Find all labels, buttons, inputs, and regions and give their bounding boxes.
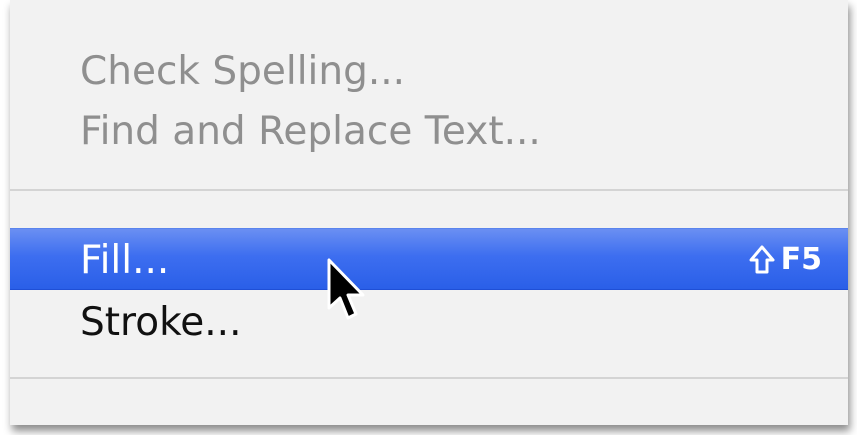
context-menu: Check Spelling... Find and Replace Text.… (10, 0, 848, 425)
menu-item-stroke[interactable]: Stroke... (10, 303, 848, 342)
menu-item-label: Find and Replace Text... (80, 109, 541, 154)
menu-separator (10, 189, 848, 191)
shift-icon (749, 245, 775, 274)
menu-item-label: Check Spelling... (80, 49, 406, 94)
mouse-pointer-icon (327, 258, 365, 320)
keyboard-shortcut: F5 (749, 245, 822, 275)
screenshot-stage: Check Spelling... Find and Replace Text.… (0, 0, 857, 435)
menu-item-label: Fill... (80, 238, 170, 283)
menu-item-check-spelling: Check Spelling... (10, 52, 848, 91)
menu-item-find-and-replace: Find and Replace Text... (10, 112, 848, 151)
menu-separator (10, 377, 848, 379)
menu-item-label: Stroke... (80, 300, 242, 345)
menu-item-fill[interactable]: Fill... F5 (10, 228, 848, 290)
shortcut-key: F5 (780, 242, 822, 277)
